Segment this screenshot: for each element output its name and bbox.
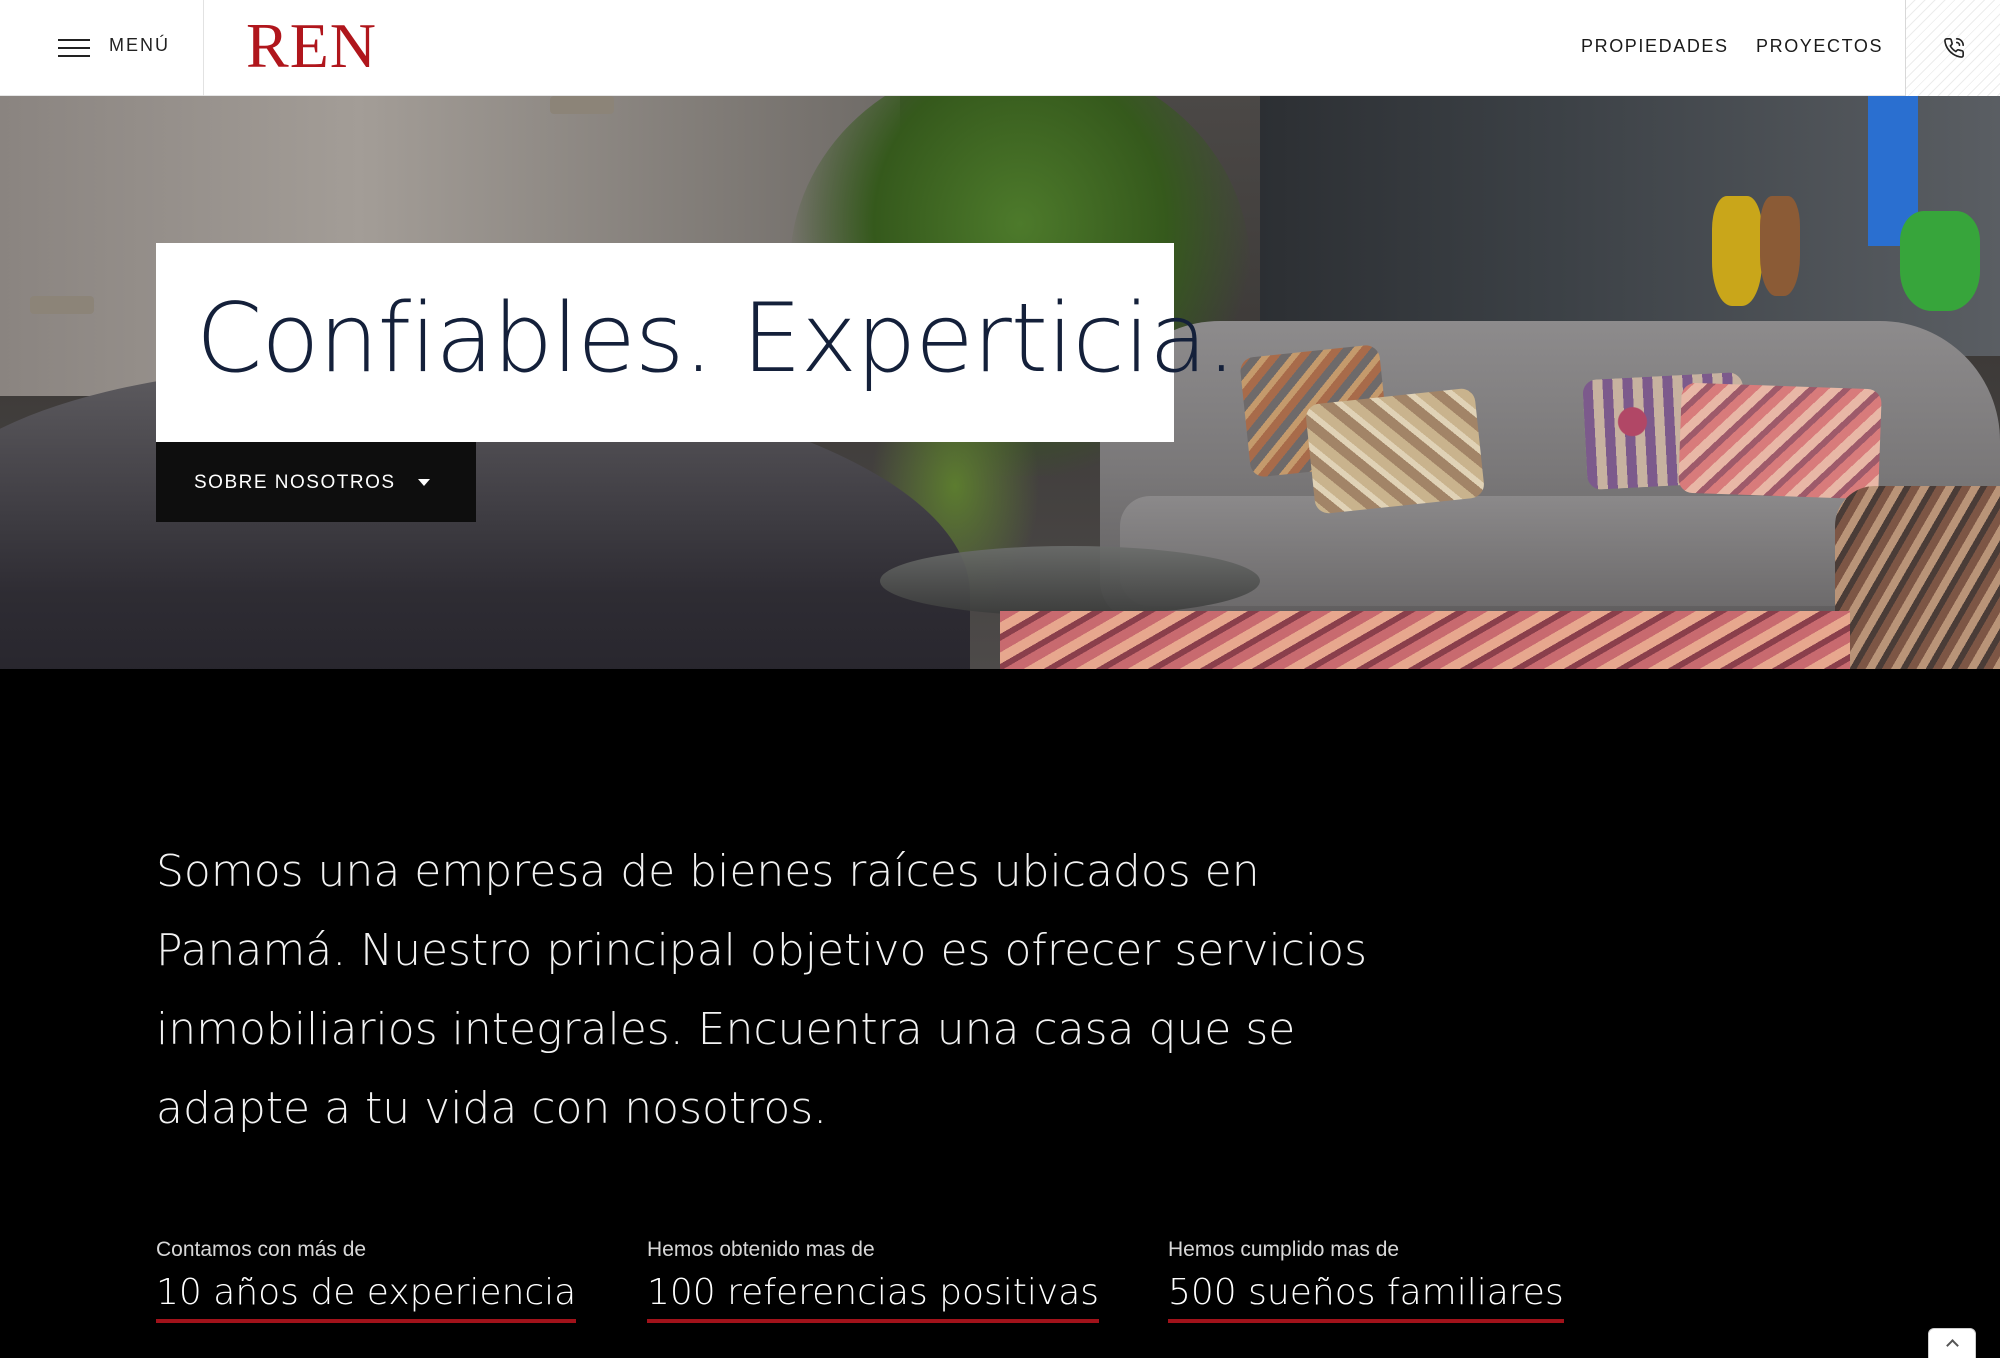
patterned-cushion <box>1000 611 1850 669</box>
scroll-to-top-button[interactable] <box>1928 1328 1976 1358</box>
chevron-up-icon <box>1946 1339 1959 1352</box>
intro-paragraph: Somos una empresa de bienes raíces ubica… <box>156 846 1367 1134</box>
phone-icon <box>1944 38 1964 58</box>
lamp-shape <box>550 96 614 114</box>
stat-value: 10 años de experiencia <box>156 1272 577 1323</box>
about-us-label: SOBRE NOSOTROS <box>194 472 396 493</box>
hero-title-card: Confiables. Experticia. <box>156 243 1236 442</box>
stat-experience: Contamos con más de 10 años de experienc… <box>156 1238 577 1323</box>
vase <box>1760 196 1800 296</box>
pillow <box>1678 382 1882 500</box>
site-header: MENÚ REN PROPIEDADES PROYECTOS <box>0 0 2000 96</box>
stat-value: 100 referencias positivas <box>647 1272 1100 1323</box>
hero-title: Confiables. Experticia. <box>196 284 1236 394</box>
menu-button[interactable]: MENÚ <box>0 0 204 96</box>
nav-propiedades[interactable]: PROPIEDADES <box>1581 36 1729 57</box>
hamburger-icon <box>58 39 90 57</box>
lamp-shape <box>30 296 94 314</box>
about-us-button[interactable]: SOBRE NOSOTROS <box>156 442 476 522</box>
stat-dreams: Hemos cumplido mas de 500 sueños familia… <box>1168 1238 1564 1323</box>
ottoman <box>1835 486 2000 669</box>
stat-caption: Hemos cumplido mas de <box>1168 1238 1400 1261</box>
coffee-table <box>880 546 1260 616</box>
vase <box>1900 211 1980 311</box>
stat-caption: Contamos con más de <box>156 1238 367 1261</box>
phone-button[interactable] <box>1905 0 2000 96</box>
caret-down-icon <box>418 479 430 486</box>
vase <box>1712 196 1762 306</box>
stat-references: Hemos obtenido mas de 100 referencias po… <box>647 1238 1100 1323</box>
stat-caption: Hemos obtenido mas de <box>647 1238 875 1261</box>
pillow <box>1304 387 1486 515</box>
stat-value: 500 sueños familiares <box>1168 1272 1564 1323</box>
menu-label: MENÚ <box>109 35 170 55</box>
nav-proyectos[interactable]: PROYECTOS <box>1756 36 1883 57</box>
logo[interactable]: REN <box>246 14 377 78</box>
